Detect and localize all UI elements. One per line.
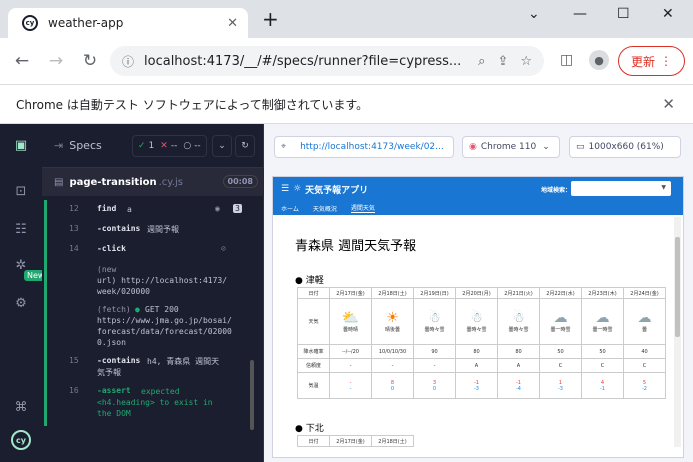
hamburger-menu-icon[interactable]: ☰	[281, 184, 289, 194]
app-header: ☰ ☼ 天気予報アプリ 地域検索： ▼	[273, 177, 683, 201]
tab-close-icon[interactable]: ✕	[227, 16, 238, 31]
info-icon[interactable]: ⓘ	[122, 53, 134, 70]
weekly-forecast-table: 日付 2月17日(金) 2月18日(土) 2月19日(日) 2月20日(月) 2…	[297, 287, 666, 399]
rerun-icon: ↻	[241, 141, 249, 151]
cypress-logo-icon: cy	[11, 430, 31, 450]
automation-infobar: Chrome は自動テスト ソフトウェアによって制御されています。 ✕	[0, 84, 693, 124]
project-icon[interactable]: ▣	[13, 138, 29, 154]
infobar-text: Chrome は自動テスト ソフトウェアによって制御されています。	[16, 97, 369, 112]
stats-pill: ✓ 1 ✕ -- ○ --	[132, 135, 207, 157]
forward-icon[interactable]: →	[44, 51, 68, 71]
rerun-button[interactable]: ↻	[235, 135, 255, 157]
temp-row: 気温 -- 80 30 -1 -3 -1 -4 1 -3 4 -1 5 -2	[297, 372, 666, 399]
cloud-sun-icon: ⛅	[341, 310, 360, 326]
cypress-side-nav: ▣ ⊡ ☷ ✲ New ⚙ ⌘ cy	[0, 124, 48, 462]
auto-scroll-button[interactable]: ⌄	[212, 135, 232, 157]
tab-title: weather-app	[48, 16, 124, 30]
sidepanel-icon[interactable]: ◫	[560, 52, 573, 68]
viewport-info[interactable]: ▭ 1000x660 (61%)	[569, 136, 681, 158]
address-bar[interactable]: ⓘ localhost:4173/__/#/specs/runner?file=…	[110, 46, 544, 76]
maximize-icon[interactable]: ☐	[617, 6, 630, 22]
passed-count: 1	[148, 141, 155, 151]
back-icon[interactable]: ←	[10, 51, 34, 71]
spec-duration: 00:08	[222, 175, 258, 188]
region-title: ● 下北	[295, 424, 324, 434]
reporter-panel: ⇥ Specs ✓ 1 ✕ -- ○ -- ⌄ ↻ ▤ page-transit…	[42, 124, 264, 462]
nav-home[interactable]: ホーム	[281, 204, 299, 213]
aut-url-bar[interactable]: ⌖ http://localhost:4173/week/02...	[274, 136, 454, 158]
specs-list-icon[interactable]: ☷	[13, 222, 29, 238]
sun-logo-icon: ☼	[293, 184, 302, 194]
cypress-favicon-icon: cy	[22, 15, 38, 31]
chevron-down-icon[interactable]: ⌄	[528, 6, 540, 22]
weekly-forecast-table-2: 日付 2月17日(金) 2月18日(土)	[297, 435, 414, 447]
keyboard-shortcuts-icon[interactable]: ⌘	[13, 400, 29, 416]
pop-row: 降水確率 --/--/20 10/0/10/30 90 80 80 50 50 40	[297, 344, 666, 359]
snow-cloud-icon: ☃	[470, 310, 483, 326]
date-row: 日付 2月17日(金) 2月18日(土) 2月19日(日) 2月20日(月) 2…	[297, 287, 666, 299]
star-icon[interactable]: ☆	[520, 54, 532, 69]
infobar-close-icon[interactable]: ✕	[662, 95, 675, 113]
target-icon[interactable]: ⌖	[281, 142, 286, 152]
reload-icon[interactable]: ↻	[78, 51, 102, 71]
close-window-icon[interactable]: ✕	[662, 6, 674, 22]
chevron-down-icon: ⌄	[542, 142, 550, 152]
reliability-row: 信頼度 -- -A AC CC	[297, 358, 666, 373]
settings-gear-icon[interactable]: ⚙	[13, 296, 29, 312]
share-icon[interactable]: ⇪	[497, 54, 508, 69]
viewport-icon: ▭	[576, 142, 585, 152]
page-heading: 青森県 週間天気予報	[295, 239, 417, 254]
snow-cloud-icon: ☁	[595, 310, 610, 326]
nav-weekly[interactable]: 週間天気	[350, 203, 375, 213]
hidden-eye-icon: ⊘	[221, 244, 226, 253]
cloud-icon: ☁	[637, 310, 652, 326]
caret-down-icon: ▼	[661, 184, 666, 191]
browser-selector[interactable]: ◉ Chrome 110 ⌄	[462, 136, 560, 158]
spec-file-name: page-transition	[69, 176, 157, 188]
app-scrollbar[interactable]	[674, 217, 681, 447]
chevron-down-icon: ⌄	[218, 141, 226, 151]
spec-file-ext: .cy.js	[158, 176, 183, 188]
pending-icon: ○	[183, 141, 192, 151]
chrome-icon: ◉	[469, 142, 477, 152]
file-icon: ▤	[54, 176, 64, 188]
visibility-icon: ◉	[215, 204, 220, 213]
command-log: 12 find a ◉ 3 13 -contains 週間予報 14 -clic…	[44, 200, 250, 426]
status-dot-icon: ●	[135, 305, 140, 314]
tab-strip: cy weather-app ✕ + ⌄ — ☐ ✕	[0, 0, 693, 38]
snow-cloud-icon: ☃	[512, 310, 525, 326]
weather-row: 天気 ⛅ 曇時晴 ☀ 晴後曇 ☃ 曇時々雪 ☃ 曇時々雪 ☃ 曇時々雪 ☁ 曇一時雪 ☁ 曇一…	[297, 298, 666, 345]
minimize-icon[interactable]: —	[573, 6, 587, 22]
update-button[interactable]: 更新 ⋮	[618, 46, 685, 76]
nav-overview[interactable]: 天気概況	[313, 204, 337, 213]
app-nav: ホーム 天気概況 週間天気	[273, 201, 683, 215]
fail-x-icon: ✕	[160, 141, 168, 151]
runs-icon[interactable]: ⊡	[13, 184, 29, 200]
zoom-icon[interactable]: ⌕	[478, 54, 485, 69]
reporter-scrollbar[interactable]	[250, 360, 254, 430]
region-title: ● 津軽	[295, 276, 324, 286]
element-count-badge: 3	[233, 204, 242, 213]
browser-tab[interactable]: cy weather-app ✕	[8, 8, 248, 38]
specs-toggle-icon[interactable]: ⇥	[54, 139, 63, 152]
snow-cloud-icon: ☃	[428, 310, 441, 326]
new-tab-icon[interactable]: +	[262, 9, 279, 29]
app-under-test-panel: ⌖ http://localhost:4173/week/02... ◉ Chr…	[264, 124, 693, 462]
region-search-select[interactable]: ▼	[571, 181, 671, 196]
pass-check-icon: ✓	[138, 141, 146, 151]
app-viewport: ☰ ☼ 天気予報アプリ 地域検索： ▼ ホーム 天気概況 週間天気 青森県 週間…	[272, 176, 684, 458]
failed-count: --	[170, 141, 178, 151]
spec-file-header[interactable]: ▤ page-transition .cy.js 00:08	[42, 168, 264, 196]
specs-label[interactable]: Specs	[69, 139, 102, 152]
sun-cloud-icon: ☀	[386, 310, 399, 326]
menu-dots-icon[interactable]: ⋮	[660, 54, 672, 68]
snow-cloud-icon: ☁	[553, 310, 568, 326]
pending-count: --	[194, 141, 201, 151]
browser-toolbar: ← → ↻ ⓘ localhost:4173/__/#/specs/runner…	[0, 38, 693, 84]
profile-avatar-icon[interactable]: ●	[589, 50, 609, 70]
url-text[interactable]: localhost:4173/__/#/specs/runner?file=cy…	[144, 54, 478, 69]
